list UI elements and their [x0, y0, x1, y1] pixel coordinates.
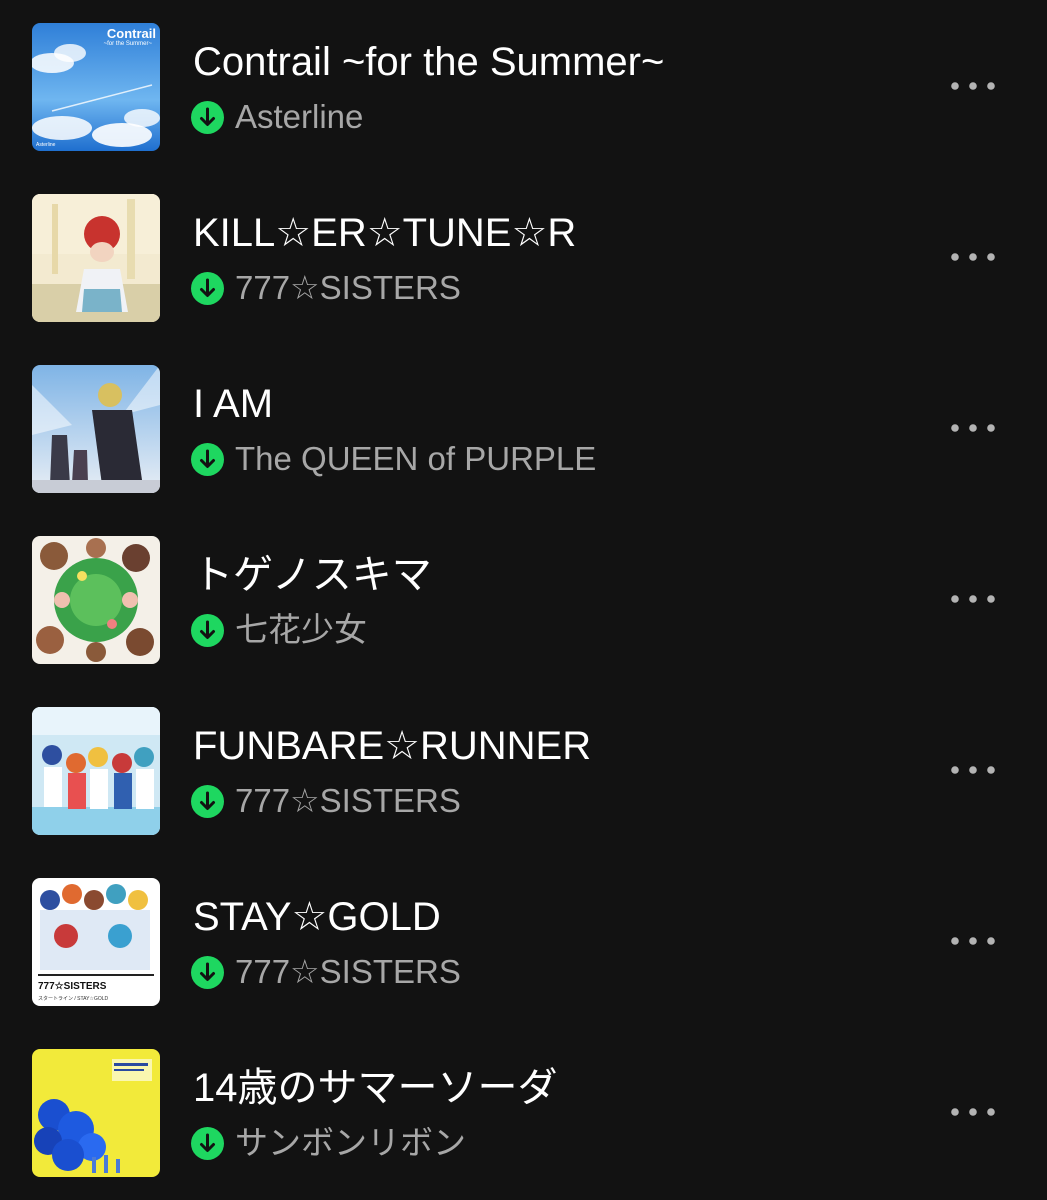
cover-artist-text: Asterline	[36, 142, 56, 148]
track-row[interactable]: FUNBARE☆RUNNER 777☆SISTERS	[0, 684, 1047, 855]
track-subline: The QUEEN of PURPLE	[191, 439, 596, 479]
track-row[interactable]: KILL☆ER☆TUNE☆R 777☆SISTERS	[0, 171, 1047, 342]
track-title: Contrail ~for the Summer~	[193, 40, 665, 84]
album-cover	[32, 1049, 160, 1177]
track-row[interactable]: Contrail ~for the Summer~ Asterline Cont…	[0, 0, 1047, 171]
album-cover	[32, 365, 160, 493]
more-horizontal-icon	[951, 937, 995, 945]
more-options-button[interactable]	[936, 577, 1010, 621]
track-row[interactable]: 14歳のサマーソーダ サンボンリボン	[0, 1026, 1047, 1197]
album-cover	[32, 194, 160, 322]
track-row[interactable]: I AM The QUEEN of PURPLE	[0, 342, 1047, 513]
track-subline: 777☆SISTERS	[191, 268, 461, 308]
track-title: I AM	[193, 382, 274, 426]
album-cover	[32, 536, 160, 664]
more-options-button[interactable]	[936, 748, 1010, 792]
track-title: STAY☆GOLD	[193, 895, 441, 939]
more-options-button[interactable]	[936, 919, 1010, 963]
track-subline: 777☆SISTERS	[191, 781, 461, 821]
track-title: FUNBARE☆RUNNER	[193, 724, 592, 768]
album-cover: Contrail ~for the Summer~ Asterline	[32, 23, 160, 151]
track-artist[interactable]: The QUEEN of PURPLE	[235, 439, 596, 479]
track-subline: サンボンリボン	[191, 1123, 466, 1163]
more-horizontal-icon	[951, 766, 995, 774]
downloaded-icon	[191, 613, 224, 647]
more-horizontal-icon	[951, 253, 995, 261]
downloaded-icon	[191, 271, 224, 305]
track-title: 14歳のサマーソーダ	[193, 1066, 558, 1110]
more-horizontal-icon	[951, 424, 995, 432]
track-title: トゲノスキマ	[193, 553, 432, 597]
cover-artist-text: 777☆SISTERS	[38, 981, 107, 992]
track-artist[interactable]: サンボンリボン	[235, 1123, 466, 1163]
downloaded-icon	[191, 100, 224, 134]
track-row[interactable]: 777☆SISTERS スタートライン / STAY☆GOLD STAY☆GOL…	[0, 855, 1047, 1026]
track-artist[interactable]: 七花少女	[235, 610, 367, 650]
track-artist[interactable]: 777☆SISTERS	[235, 268, 461, 308]
track-row[interactable]: トゲノスキマ 七花少女	[0, 513, 1047, 684]
album-cover	[32, 707, 160, 835]
track-artist[interactable]: 777☆SISTERS	[235, 781, 461, 821]
more-horizontal-icon	[951, 82, 995, 90]
more-options-button[interactable]	[936, 406, 1010, 450]
track-title: KILL☆ER☆TUNE☆R	[193, 211, 577, 255]
track-subline: Asterline	[191, 97, 363, 137]
more-options-button[interactable]	[936, 64, 1010, 108]
cover-subtitle-text: ~for the Summer~	[103, 41, 152, 47]
cover-subtitle-text: スタートライン / STAY☆GOLD	[38, 996, 109, 1002]
more-options-button[interactable]	[936, 1090, 1010, 1134]
track-artist[interactable]: 777☆SISTERS	[235, 952, 461, 992]
downloaded-icon	[191, 784, 224, 818]
more-horizontal-icon	[951, 1108, 995, 1116]
track-list: Contrail ~for the Summer~ Asterline Cont…	[0, 0, 1047, 1200]
track-subline: 七花少女	[191, 610, 367, 650]
track-subline: 777☆SISTERS	[191, 952, 461, 992]
cover-title-text: Contrail	[106, 26, 156, 41]
more-options-button[interactable]	[936, 235, 1010, 279]
album-cover: 777☆SISTERS スタートライン / STAY☆GOLD	[32, 878, 160, 1006]
more-horizontal-icon	[951, 595, 995, 603]
downloaded-icon	[191, 442, 224, 476]
track-artist[interactable]: Asterline	[235, 97, 363, 137]
downloaded-icon	[191, 955, 224, 989]
downloaded-icon	[191, 1126, 224, 1160]
